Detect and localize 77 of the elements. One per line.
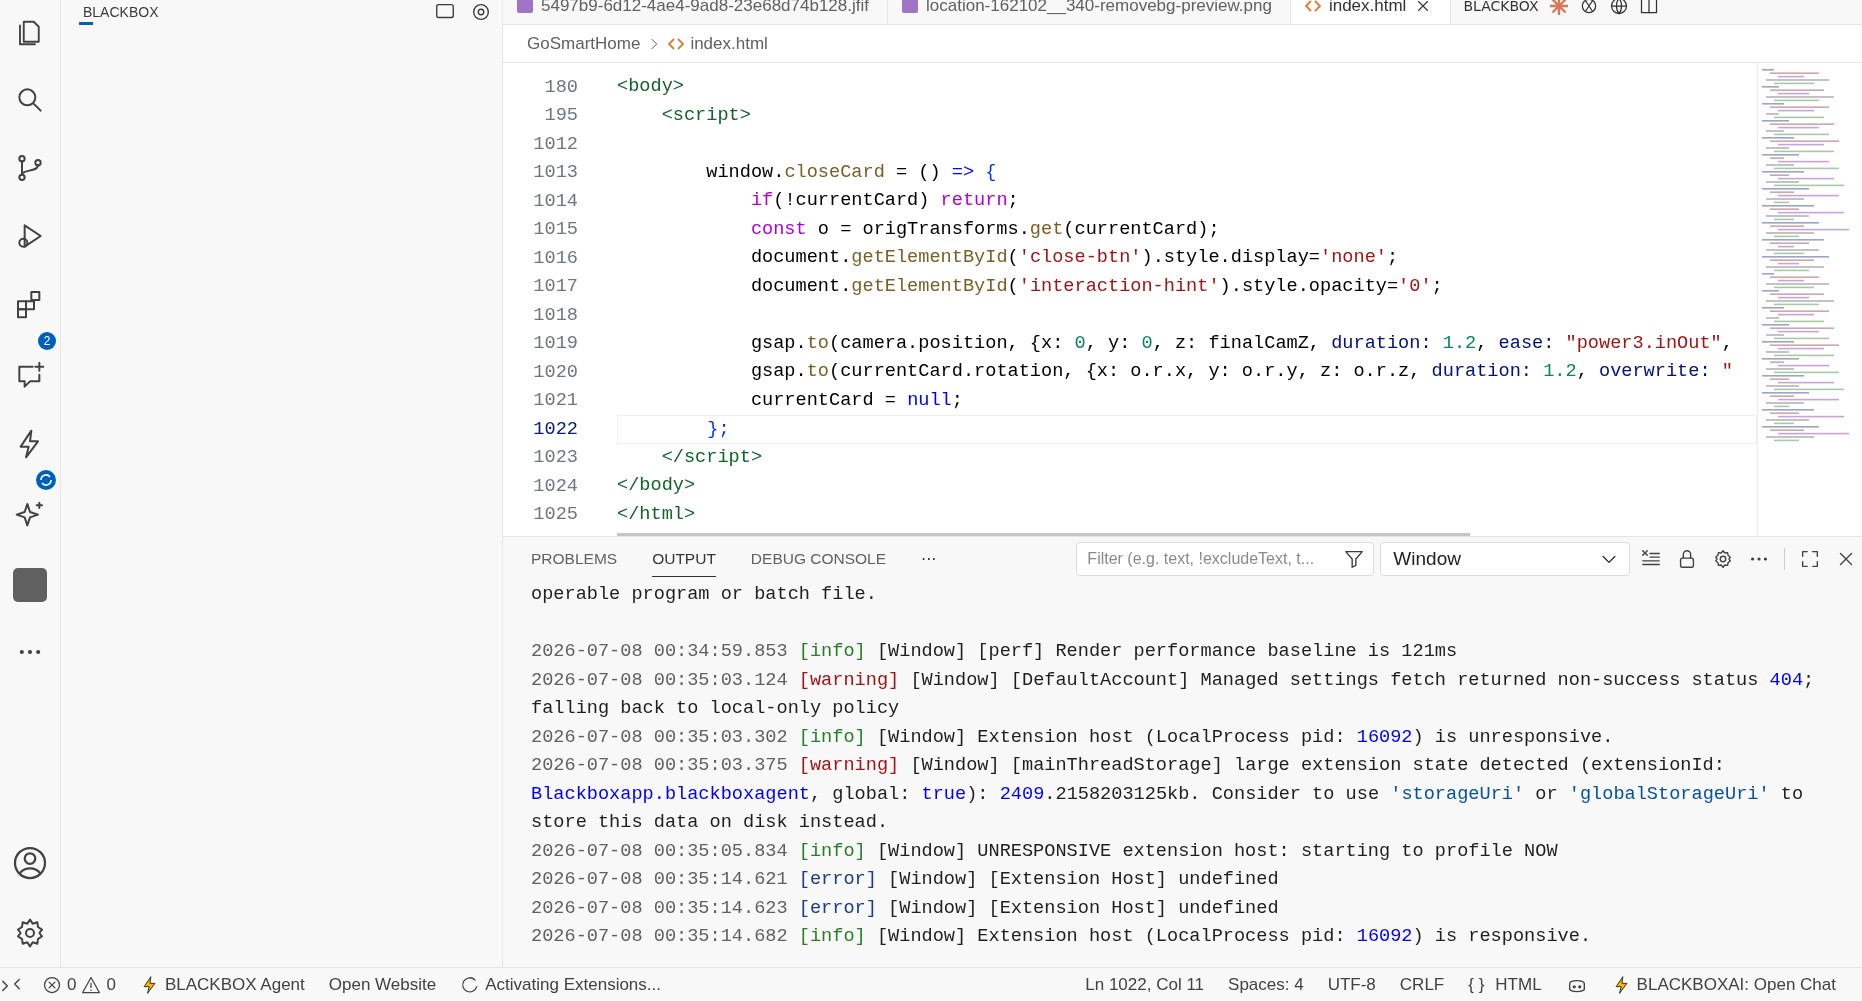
code-line: </html> bbox=[617, 502, 697, 527]
channel-dropdown[interactable]: Window bbox=[1380, 542, 1631, 576]
line-number: 1012 bbox=[532, 133, 578, 155]
line-number: 195 bbox=[543, 105, 578, 127]
line-number: 1016 bbox=[532, 247, 578, 269]
line-number: 180 bbox=[543, 76, 578, 98]
settings-icon[interactable] bbox=[14, 917, 46, 949]
breadcrumb-item[interactable]: index.html bbox=[690, 33, 768, 54]
code-line: document.getElementById('interaction-hint').style.opacity='0'; bbox=[749, 274, 1444, 299]
line-number: 1015 bbox=[532, 219, 578, 241]
code-line: document.getElementById('close-btn').style.display='none'; bbox=[749, 246, 1400, 270]
progress-indicator bbox=[79, 22, 93, 25]
panel-tab[interactable]: DEBUG CONSOLE bbox=[750, 541, 887, 577]
code-line: </script> bbox=[660, 445, 764, 470]
warning-icon bbox=[81, 974, 102, 995]
log-line: 2026-07-08 00:35:03.302 [info] [Window] Extension host (LocalProcess pid: 16092) is unresponsive. bbox=[531, 725, 1615, 750]
log-line: 2026-07-08 00:35:03.124 [warning] [Window] [DefaultAccount] Managed settings fetch returned non-success status 404; bbox=[531, 668, 1816, 693]
line-number: 1021 bbox=[532, 390, 578, 412]
log-line: 2026-07-08 00:34:59.853 [info] [Window] [perf] Render performance baseline is 121ms bbox=[531, 640, 1459, 664]
account-icon[interactable] bbox=[12, 845, 48, 881]
panel-tab[interactable]: PROBLEMS bbox=[531, 541, 618, 577]
status-item[interactable]: CRLF bbox=[1387, 974, 1457, 995]
line-number: 1025 bbox=[532, 504, 578, 526]
sidebar-title: BLACKBOX bbox=[83, 4, 160, 20]
log-line: 2026-07-08 00:35:14.621 [error] [Window] [Extension Host] undefined bbox=[531, 868, 1280, 892]
line-number: 1019 bbox=[532, 333, 578, 355]
status-item[interactable]: UTF-8 bbox=[1315, 974, 1388, 995]
status-item[interactable]: BLACKBOXAI: Open Chat bbox=[1599, 974, 1848, 995]
image-icon bbox=[902, 0, 918, 13]
settings-icon[interactable] bbox=[470, 1, 492, 23]
more-button[interactable]: ··· bbox=[921, 549, 937, 569]
status-item[interactable]: BLACKBOX Agent bbox=[127, 974, 317, 995]
line-number: 1022 bbox=[532, 418, 578, 440]
log-line: 2026-07-08 00:35:03.375 [warning] [Window] [mainThreadStorage] large extension state detected (extensionId: bbox=[531, 754, 1726, 778]
line-number: 1014 bbox=[532, 190, 578, 212]
line-number: 1024 bbox=[532, 475, 578, 497]
panel-tab[interactable]: OUTPUT bbox=[652, 541, 716, 577]
globe-icon[interactable] bbox=[1608, 0, 1629, 16]
line-number: 1020 bbox=[532, 361, 578, 383]
log-line: operable program or batch file. bbox=[531, 583, 878, 607]
log-line: falling back to local-only policy bbox=[531, 697, 901, 721]
code-line: gsap.to(currentCard.rotation, {x: o.r.x, y: o.r.y, z: o.r.z, duration: 1.2, overwrite: " bbox=[749, 360, 1734, 384]
status-item[interactable]: Activating Extensions... bbox=[448, 974, 673, 995]
filter-icon bbox=[1343, 548, 1366, 570]
code-line: <body> bbox=[617, 75, 685, 99]
breadcrumb-item[interactable]: GoSmartHome bbox=[527, 33, 641, 54]
log-line: store this data on disk instead. bbox=[531, 811, 890, 835]
log-line: Blackboxapp.blackboxagent, global: true): 2409.2158203125kb. Consider to use 'storageUri' or 'globalStorageUri' to bbox=[531, 782, 1805, 807]
notification-badge: 2 bbox=[38, 332, 56, 350]
line-number: 1023 bbox=[532, 447, 578, 469]
code-line: currentCard = null; bbox=[749, 388, 964, 413]
html-icon bbox=[1304, 0, 1321, 13]
log-line: 2026-07-08 00:35:05.834 [info] [Window] UNRESPONSIVE extension host: starting to profile NOW bbox=[531, 839, 1559, 864]
line-number: 1018 bbox=[532, 304, 578, 326]
panel-label: BLACKBOX bbox=[1463, 0, 1539, 14]
image-icon bbox=[517, 0, 533, 13]
language-status[interactable]: { } HTML bbox=[1456, 974, 1554, 995]
asterisk-icon[interactable] bbox=[1548, 0, 1569, 16]
line-number: 1017 bbox=[532, 276, 578, 298]
problems-status[interactable]: 0 0 bbox=[30, 974, 128, 995]
error-icon bbox=[42, 974, 62, 995]
status-item[interactable]: Spaces: 4 bbox=[1216, 974, 1316, 995]
code-line: <script> bbox=[660, 103, 752, 128]
code-line: </body> bbox=[617, 474, 697, 498]
log-line: 2026-07-08 00:35:14.682 [info] [Window] Extension host (LocalProcess pid: 16092) is responsive. bbox=[531, 925, 1593, 949]
code-line: gsap.to(camera.position, {x: 0, y: 0, z: finalCamZ, duration: 1.2, ease: "power3.inOut", bbox=[749, 331, 1734, 356]
filter-field[interactable]: Filter (e.g. text, !excludeText, t... bbox=[1076, 542, 1375, 576]
status-item[interactable]: Open Website bbox=[316, 974, 449, 995]
sync-badge-icon bbox=[36, 470, 56, 490]
status-item[interactable]: Ln 1022, Col 11 bbox=[1073, 974, 1217, 995]
line-number: 1013 bbox=[532, 162, 578, 184]
code-line: const o = origTransforms.get(currentCard); bbox=[749, 217, 1221, 242]
log-line: 2026-07-08 00:35:14.623 [error] [Window] [Extension Host] undefined bbox=[531, 896, 1280, 921]
code-line: window.closeCard = () => { bbox=[705, 160, 998, 185]
code-line: if(!currentCard) return; bbox=[749, 189, 1020, 213]
split-editor-icon[interactable] bbox=[1638, 0, 1659, 16]
html-icon bbox=[668, 36, 685, 51]
